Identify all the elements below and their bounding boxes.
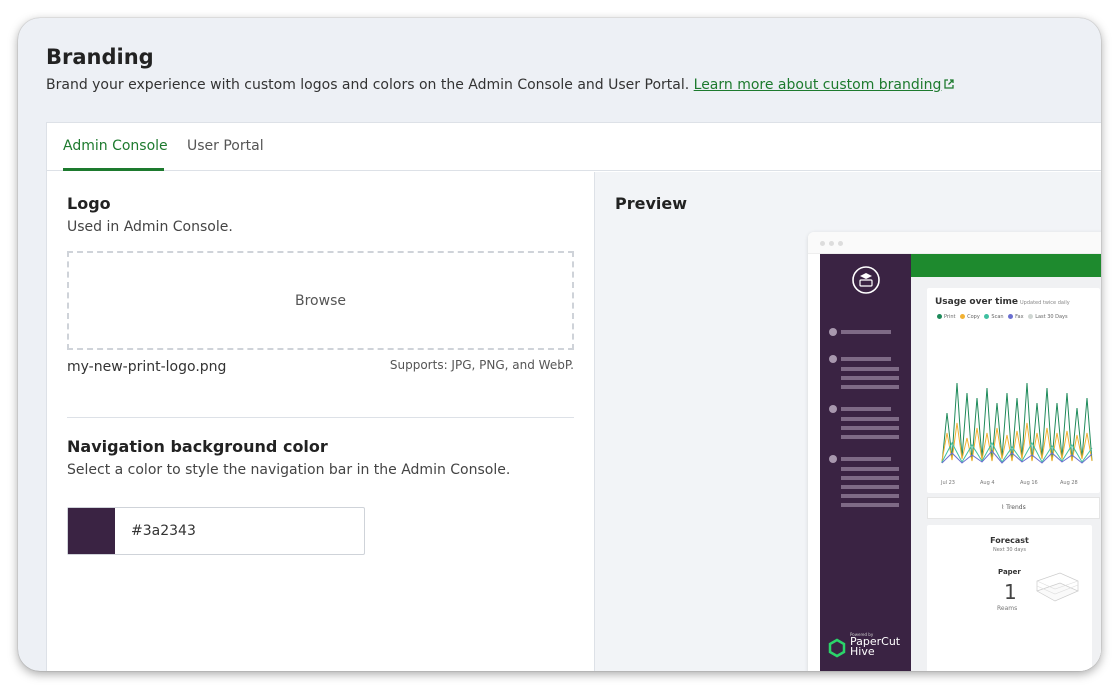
color-swatch[interactable]: [68, 508, 115, 554]
usage-chart-card: Usage over time Updated twice daily Prin…: [927, 288, 1100, 493]
tab-admin-console[interactable]: Admin Console: [63, 138, 168, 154]
mock-content: Usage over time Updated twice daily Prin…: [911, 277, 1101, 671]
nav-color-field: [67, 507, 365, 555]
tab-bar: Admin Console User Portal: [47, 123, 1101, 171]
logo-subtitle: Used in Admin Console.: [67, 219, 233, 235]
preview-panel: Preview Powered by PaperCut Hive Usage o…: [594, 172, 1101, 671]
mock-browser-bar: [808, 232, 1101, 254]
learn-more-link[interactable]: Learn more about custom branding: [694, 77, 955, 93]
branding-window: Branding Brand your experience with cust…: [18, 18, 1101, 671]
supported-formats: Supports: JPG, PNG, and WebP.: [389, 358, 574, 372]
nav-color-heading: Navigation background color: [67, 437, 328, 456]
chart-icon: ⌇: [1001, 504, 1005, 511]
forecast-item: Paper: [998, 568, 1021, 576]
forecast-card: Forecast Next 30 days Paper 1 Reams: [927, 525, 1092, 671]
forecast-value: 1: [1004, 580, 1017, 604]
preview-heading: Preview: [615, 194, 688, 213]
forecast-unit: Reams: [997, 605, 1018, 612]
page-description: Brand your experience with custom logos …: [46, 77, 955, 93]
logo-heading: Logo: [67, 194, 111, 213]
logo-dropzone[interactable]: Browse: [67, 251, 574, 350]
nav-color-subtitle: Select a color to style the navigation b…: [67, 462, 511, 478]
description-text: Brand your experience with custom logos …: [46, 77, 690, 93]
hex-color-input[interactable]: [115, 508, 364, 554]
paper-stack-icon: [1036, 572, 1079, 602]
forecast-subtitle: Next 30 days: [993, 547, 1026, 553]
school-logo-icon: [852, 266, 880, 294]
x-label: Aug 16: [1020, 480, 1038, 486]
tab-user-portal[interactable]: User Portal: [187, 138, 264, 154]
usage-chart-title: Usage over time: [935, 297, 1019, 307]
x-label: Jul 23: [941, 480, 955, 486]
usage-chart-note: Updated twice daily: [1020, 300, 1070, 306]
preview-mockup: Powered by PaperCut Hive Usage over time …: [808, 232, 1101, 671]
trends-button[interactable]: ⌇ Trends: [927, 497, 1100, 519]
forecast-title: Forecast: [990, 536, 1029, 545]
x-label: Aug 28: [1060, 480, 1078, 486]
mock-header-bar: [911, 254, 1101, 277]
active-tab-indicator: [63, 168, 164, 171]
mock-navigation: Powered by PaperCut Hive: [820, 254, 911, 671]
usage-line-chart: [941, 382, 1093, 464]
papercut-logo-icon: [828, 638, 846, 658]
papercut-wordmark: PaperCut Hive: [850, 635, 901, 658]
chart-legend: Print Copy Scan Fax Last 30 Days: [934, 314, 1068, 320]
x-label: Aug 4: [980, 480, 995, 486]
page-title: Branding: [46, 45, 154, 69]
section-divider: [67, 417, 574, 418]
logo-filename: my-new-print-logo.png: [67, 359, 227, 375]
branding-card: Admin Console User Portal Logo Used in A…: [46, 122, 1101, 671]
browse-button[interactable]: Browse: [295, 293, 346, 309]
external-link-icon: [944, 79, 955, 89]
settings-panel: Logo Used in Admin Console. Browse my-ne…: [47, 172, 594, 671]
